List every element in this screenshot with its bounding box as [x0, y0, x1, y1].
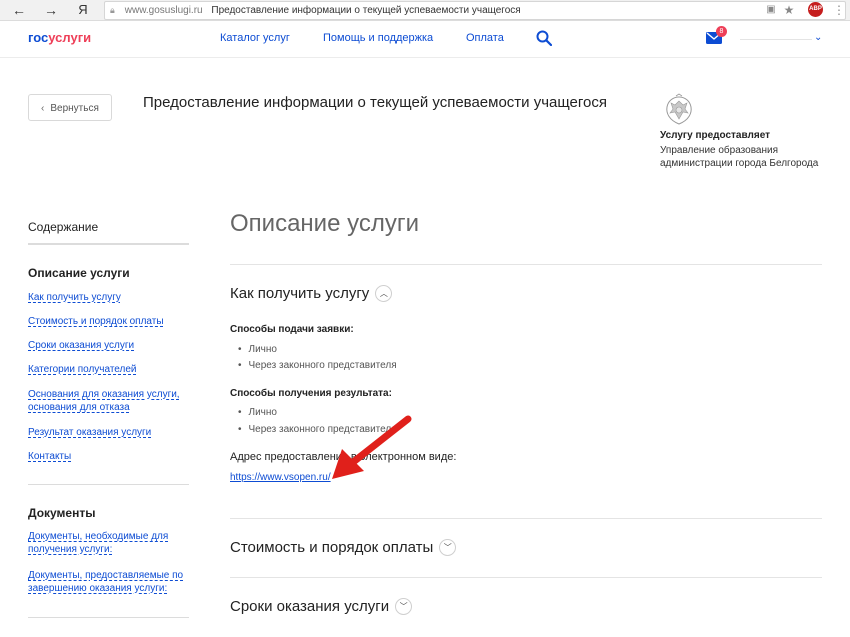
sidebar-link-recipients[interactable]: Категории получателей	[28, 363, 198, 376]
chevron-down-icon[interactable]: ﹀	[439, 539, 457, 556]
sidebar-link-result-docs[interactable]: Документы, предоставляемые по завершению…	[28, 569, 188, 595]
gosuslugi-logo[interactable]: госуслуги	[28, 30, 91, 45]
list-item: Лично	[238, 344, 277, 355]
section-divider	[230, 264, 822, 265]
adblock-icon[interactable]: ABP	[808, 2, 823, 17]
yandex-icon[interactable]: Я	[74, 1, 92, 19]
forward-arrow-icon[interactable]: →	[42, 1, 60, 19]
back-button[interactable]: ‹ Вернуться	[28, 94, 112, 121]
section-how-to-get[interactable]: Как получить услугу ︿	[230, 285, 393, 302]
chevron-left-icon: ‹	[41, 103, 45, 114]
section-how-to-get-title: Как получить услугу	[230, 285, 370, 302]
chevron-up-icon[interactable]: ︿	[375, 285, 393, 302]
logo-part-gos: гос	[28, 30, 49, 45]
section-cost[interactable]: Стоимость и порядок оплаты ﹀	[230, 539, 457, 556]
menu-dots-icon[interactable]: ⋮	[832, 3, 846, 17]
address-page-title: Предоставление информации о текущей успе…	[211, 5, 521, 16]
nav-help[interactable]: Помощь и поддержка	[323, 32, 433, 44]
result-methods-title: Способы получения результата:	[230, 388, 392, 399]
chevron-down-icon[interactable]: ﹀	[395, 598, 413, 615]
red-arrow-annotation	[332, 415, 412, 479]
address-domain: www.gosuslugi.ru	[124, 5, 203, 16]
address-bar[interactable]: 🔒︎ www.gosuslugi.ru Предоставление инфор…	[104, 1, 846, 20]
list-item: Лично	[238, 407, 277, 418]
sidebar-link-cost[interactable]: Стоимость и порядок оплаты	[28, 315, 198, 328]
nav-payment[interactable]: Оплата	[466, 32, 504, 44]
sidebar-link-contacts[interactable]: Контакты	[28, 450, 198, 463]
section-cost-title: Стоимость и порядок оплаты	[230, 539, 434, 556]
service-description-heading: Описание услуги	[230, 210, 419, 237]
sidebar-link-result[interactable]: Результат оказания услуги	[28, 426, 198, 439]
chevron-down-icon[interactable]: ⌄	[814, 33, 824, 43]
mail-count-badge: 8	[716, 26, 727, 37]
search-icon[interactable]	[536, 30, 552, 46]
sidebar-divider	[28, 484, 189, 485]
nav-catalog[interactable]: Каталог услуг	[220, 32, 290, 44]
sidebar-link-grounds[interactable]: Основания для оказания услуги, основания…	[28, 388, 188, 414]
site-header: госуслуги Каталог услуг Помощь и поддерж…	[0, 21, 850, 58]
sidebar-section-documents[interactable]: Документы	[28, 506, 95, 520]
sidebar-link-how-to-get[interactable]: Как получить услугу	[28, 291, 198, 304]
sidebar-link-terms[interactable]: Сроки оказания услуги	[28, 339, 198, 352]
bookmark-star-icon[interactable]: ★	[782, 3, 796, 17]
section-divider	[230, 577, 822, 578]
logo-part-uslugi: услуги	[48, 30, 92, 45]
sidebar-divider	[28, 243, 189, 245]
section-divider	[230, 518, 822, 519]
vsopen-link[interactable]: https://www.vsopen.ru/	[230, 472, 331, 483]
submit-methods-title: Способы подачи заявки:	[230, 324, 354, 335]
page-info-icon[interactable]: ▣	[764, 3, 778, 17]
sidebar-link-required-docs[interactable]: Документы, необходимые для получения усл…	[28, 530, 178, 556]
back-arrow-icon[interactable]: ←	[10, 1, 28, 19]
sidebar-section-description[interactable]: Описание услуги	[28, 266, 130, 280]
section-terms[interactable]: Сроки оказания услуги ﹀	[230, 598, 413, 615]
back-button-label: Вернуться	[50, 103, 99, 114]
sidebar-divider	[28, 617, 189, 618]
list-item: Через законного представителя	[238, 360, 397, 371]
user-name-placeholder[interactable]	[740, 39, 812, 40]
provider-title: Услугу предоставляет	[660, 130, 771, 141]
provider-name: Управление образования администрации гор…	[660, 145, 819, 169]
browser-toolbar: ← → Я 🔒︎ www.gosuslugi.ru Предоставление…	[0, 0, 850, 21]
sidebar-contents-title: Содержание	[28, 220, 99, 234]
russia-emblem-icon	[666, 93, 692, 125]
section-terms-title: Сроки оказания услуги	[230, 598, 390, 615]
page-title: Предоставление информации о текущей успе…	[143, 94, 608, 111]
lock-icon: 🔒︎	[110, 5, 115, 15]
